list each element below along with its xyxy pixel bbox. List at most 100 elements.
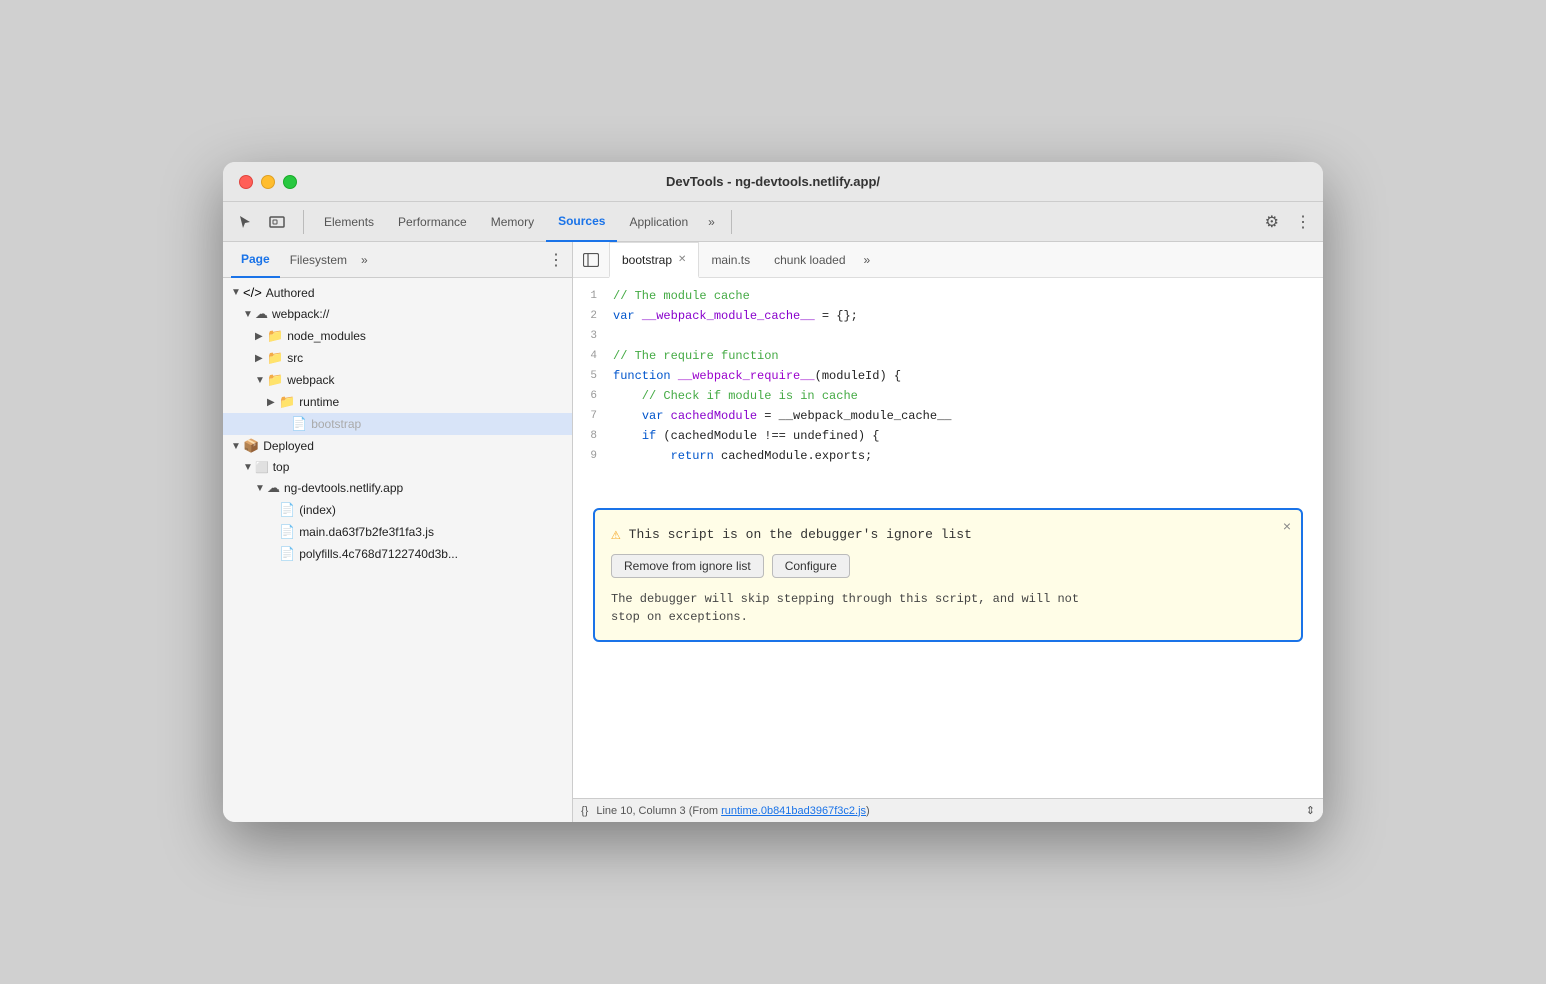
- tooltip-actions: Remove from ignore list Configure: [611, 554, 1285, 578]
- more-options-icon[interactable]: ⋮: [1291, 208, 1315, 236]
- webpack-label: webpack: [287, 373, 334, 387]
- folder-icon-node-modules: 📁: [267, 328, 283, 344]
- code-line-4: 4 // The require function: [573, 346, 1323, 366]
- tab-sources[interactable]: Sources: [546, 202, 617, 242]
- code-line-8: 8 if (cachedModule !== undefined) {: [573, 426, 1323, 446]
- tabs-more-button[interactable]: »: [700, 215, 723, 229]
- main-js-label: main.da63f7b2fe3f1fa3.js: [299, 525, 434, 539]
- top-label: top: [273, 460, 290, 474]
- sidebar-toggle-button[interactable]: [577, 246, 605, 274]
- code-line-3: 3: [573, 326, 1323, 346]
- cursor-icon[interactable]: [231, 208, 259, 236]
- tab-performance[interactable]: Performance: [386, 202, 479, 242]
- tree-main-js[interactable]: ▶ 📄 main.da63f7b2fe3f1fa3.js: [223, 521, 572, 543]
- tree-webpack[interactable]: ▼ 📁 webpack: [223, 369, 572, 391]
- tab-elements[interactable]: Elements: [312, 202, 386, 242]
- tab-page[interactable]: Page: [231, 242, 280, 278]
- cloud-icon: ☁: [255, 306, 268, 322]
- tooltip-description: The debugger will skip stepping through …: [611, 590, 1285, 626]
- tree-polyfills-js[interactable]: ▶ 📄 polyfills.4c768d7122740d3b...: [223, 543, 572, 565]
- sub-tab-bar: Page Filesystem » ⋮: [223, 242, 572, 278]
- file-icon-main-js: 📄: [279, 524, 295, 540]
- status-curly-icon[interactable]: {}: [581, 805, 588, 817]
- tree-arrow-deployed: ▼: [231, 441, 243, 452]
- tooltip-header: ⚠ This script is on the debugger's ignor…: [611, 524, 1285, 544]
- main-area: Page Filesystem » ⋮ ▼ </> Authored ▼: [223, 242, 1323, 822]
- tree-arrow-node-modules: ▶: [255, 331, 267, 342]
- webpack-url-label: webpack://: [272, 307, 329, 321]
- tree-node-modules[interactable]: ▶ 📁 node_modules: [223, 325, 572, 347]
- code-line-6: 6 // Check if module is in cache: [573, 386, 1323, 406]
- tree-section-authored[interactable]: ▼ </> Authored: [223, 282, 572, 303]
- title-bar: DevTools - ng-devtools.netlify.app/: [223, 162, 1323, 202]
- editor-tab-chunk-loaded[interactable]: chunk loaded: [762, 242, 857, 278]
- code-line-1: 1 // The module cache: [573, 286, 1323, 306]
- folder-icon-src: 📁: [267, 350, 283, 366]
- tab-bar: Elements Performance Memory Sources Appl…: [223, 202, 1323, 242]
- tree-arrow-webpack-url: ▼: [243, 309, 255, 320]
- editor-tab-main-ts[interactable]: main.ts: [699, 242, 762, 278]
- close-button[interactable]: [239, 175, 253, 189]
- status-position: Line 10, Column 3 (From runtime.0b841bad…: [596, 805, 869, 817]
- tab-bar-separator-right: [731, 210, 732, 234]
- editor-tab-bootstrap-close[interactable]: ✕: [678, 254, 686, 265]
- tree-arrow-src: ▶: [255, 353, 267, 364]
- editor-tab-main-ts-label: main.ts: [711, 253, 750, 267]
- deployed-icon: 📦: [243, 438, 259, 454]
- code-line-5: 5 function __webpack_require__(moduleId)…: [573, 366, 1323, 386]
- status-bar: {} Line 10, Column 3 (From runtime.0b841…: [573, 798, 1323, 822]
- tree-top[interactable]: ▼ ⬜ top: [223, 457, 572, 477]
- minimize-button[interactable]: [261, 175, 275, 189]
- tree-index[interactable]: ▶ 📄 (index): [223, 499, 572, 521]
- authored-label: Authored: [266, 286, 315, 300]
- editor-tabs: bootstrap ✕ main.ts chunk loaded »: [573, 242, 1323, 278]
- remove-from-ignore-list-button[interactable]: Remove from ignore list: [611, 554, 764, 578]
- tab-bar-separator: [303, 210, 304, 234]
- settings-icon[interactable]: ⚙: [1261, 208, 1283, 236]
- src-label: src: [287, 351, 303, 365]
- cloud-icon-ng: ☁: [267, 480, 280, 496]
- tree-bootstrap[interactable]: ▶ 📄 bootstrap: [223, 413, 572, 435]
- tree-section-deployed[interactable]: ▼ 📦 Deployed: [223, 435, 572, 457]
- file-icon-polyfills: 📄: [279, 546, 295, 562]
- ignore-list-tooltip: × ⚠ This script is on the debugger's ign…: [593, 508, 1303, 642]
- code-editor[interactable]: 1 // The module cache 2 var __webpack_mo…: [573, 278, 1323, 798]
- tree-arrow-ng-devtools: ▼: [255, 483, 267, 494]
- authored-icon: </>: [243, 285, 262, 300]
- status-runtime-link[interactable]: runtime.0b841bad3967f3c2.js: [721, 805, 866, 817]
- editor-tab-bootstrap[interactable]: bootstrap ✕: [609, 242, 699, 278]
- status-scroll-icon[interactable]: ⇕: [1306, 804, 1315, 817]
- editor-tab-bootstrap-label: bootstrap: [622, 253, 672, 267]
- file-icon-index: 📄: [279, 502, 295, 518]
- tree-src[interactable]: ▶ 📁 src: [223, 347, 572, 369]
- device-icon[interactable]: [263, 208, 291, 236]
- file-icon-bootstrap: 📄: [291, 416, 307, 432]
- tree-webpack-url[interactable]: ▼ ☁ webpack://: [223, 303, 572, 325]
- editor-tabs-more[interactable]: »: [858, 253, 877, 267]
- tree-arrow-top: ▼: [243, 462, 255, 473]
- deployed-label: Deployed: [263, 439, 314, 453]
- tooltip-close-button[interactable]: ×: [1283, 518, 1291, 534]
- traffic-lights: [239, 175, 297, 189]
- configure-button[interactable]: Configure: [772, 554, 850, 578]
- code-line-2: 2 var __webpack_module_cache__ = {};: [573, 306, 1323, 326]
- ng-devtools-label: ng-devtools.netlify.app: [284, 481, 403, 495]
- file-tree: ▼ </> Authored ▼ ☁ webpack:// ▶ 📁 node_m…: [223, 278, 572, 569]
- devtools-window: DevTools - ng-devtools.netlify.app/ Elem…: [223, 162, 1323, 822]
- tab-application[interactable]: Application: [617, 202, 700, 242]
- tab-memory[interactable]: Memory: [479, 202, 546, 242]
- tree-arrow-webpack: ▼: [255, 375, 267, 386]
- editor-tab-chunk-loaded-label: chunk loaded: [774, 253, 845, 267]
- tab-bar-right: ⚙ ⋮: [1261, 208, 1315, 236]
- tree-arrow-authored: ▼: [231, 287, 243, 298]
- polyfills-label: polyfills.4c768d7122740d3b...: [299, 547, 458, 561]
- tooltip-title: This script is on the debugger's ignore …: [629, 527, 972, 542]
- maximize-button[interactable]: [283, 175, 297, 189]
- tab-filesystem[interactable]: Filesystem: [280, 242, 357, 278]
- sub-tab-options[interactable]: ⋮: [548, 250, 564, 270]
- sub-tabs-more[interactable]: »: [357, 253, 372, 267]
- tree-runtime[interactable]: ▶ 📁 runtime: [223, 391, 572, 413]
- tree-ng-devtools[interactable]: ▼ ☁ ng-devtools.netlify.app: [223, 477, 572, 499]
- runtime-label: runtime: [299, 395, 339, 409]
- node-modules-label: node_modules: [287, 329, 366, 343]
